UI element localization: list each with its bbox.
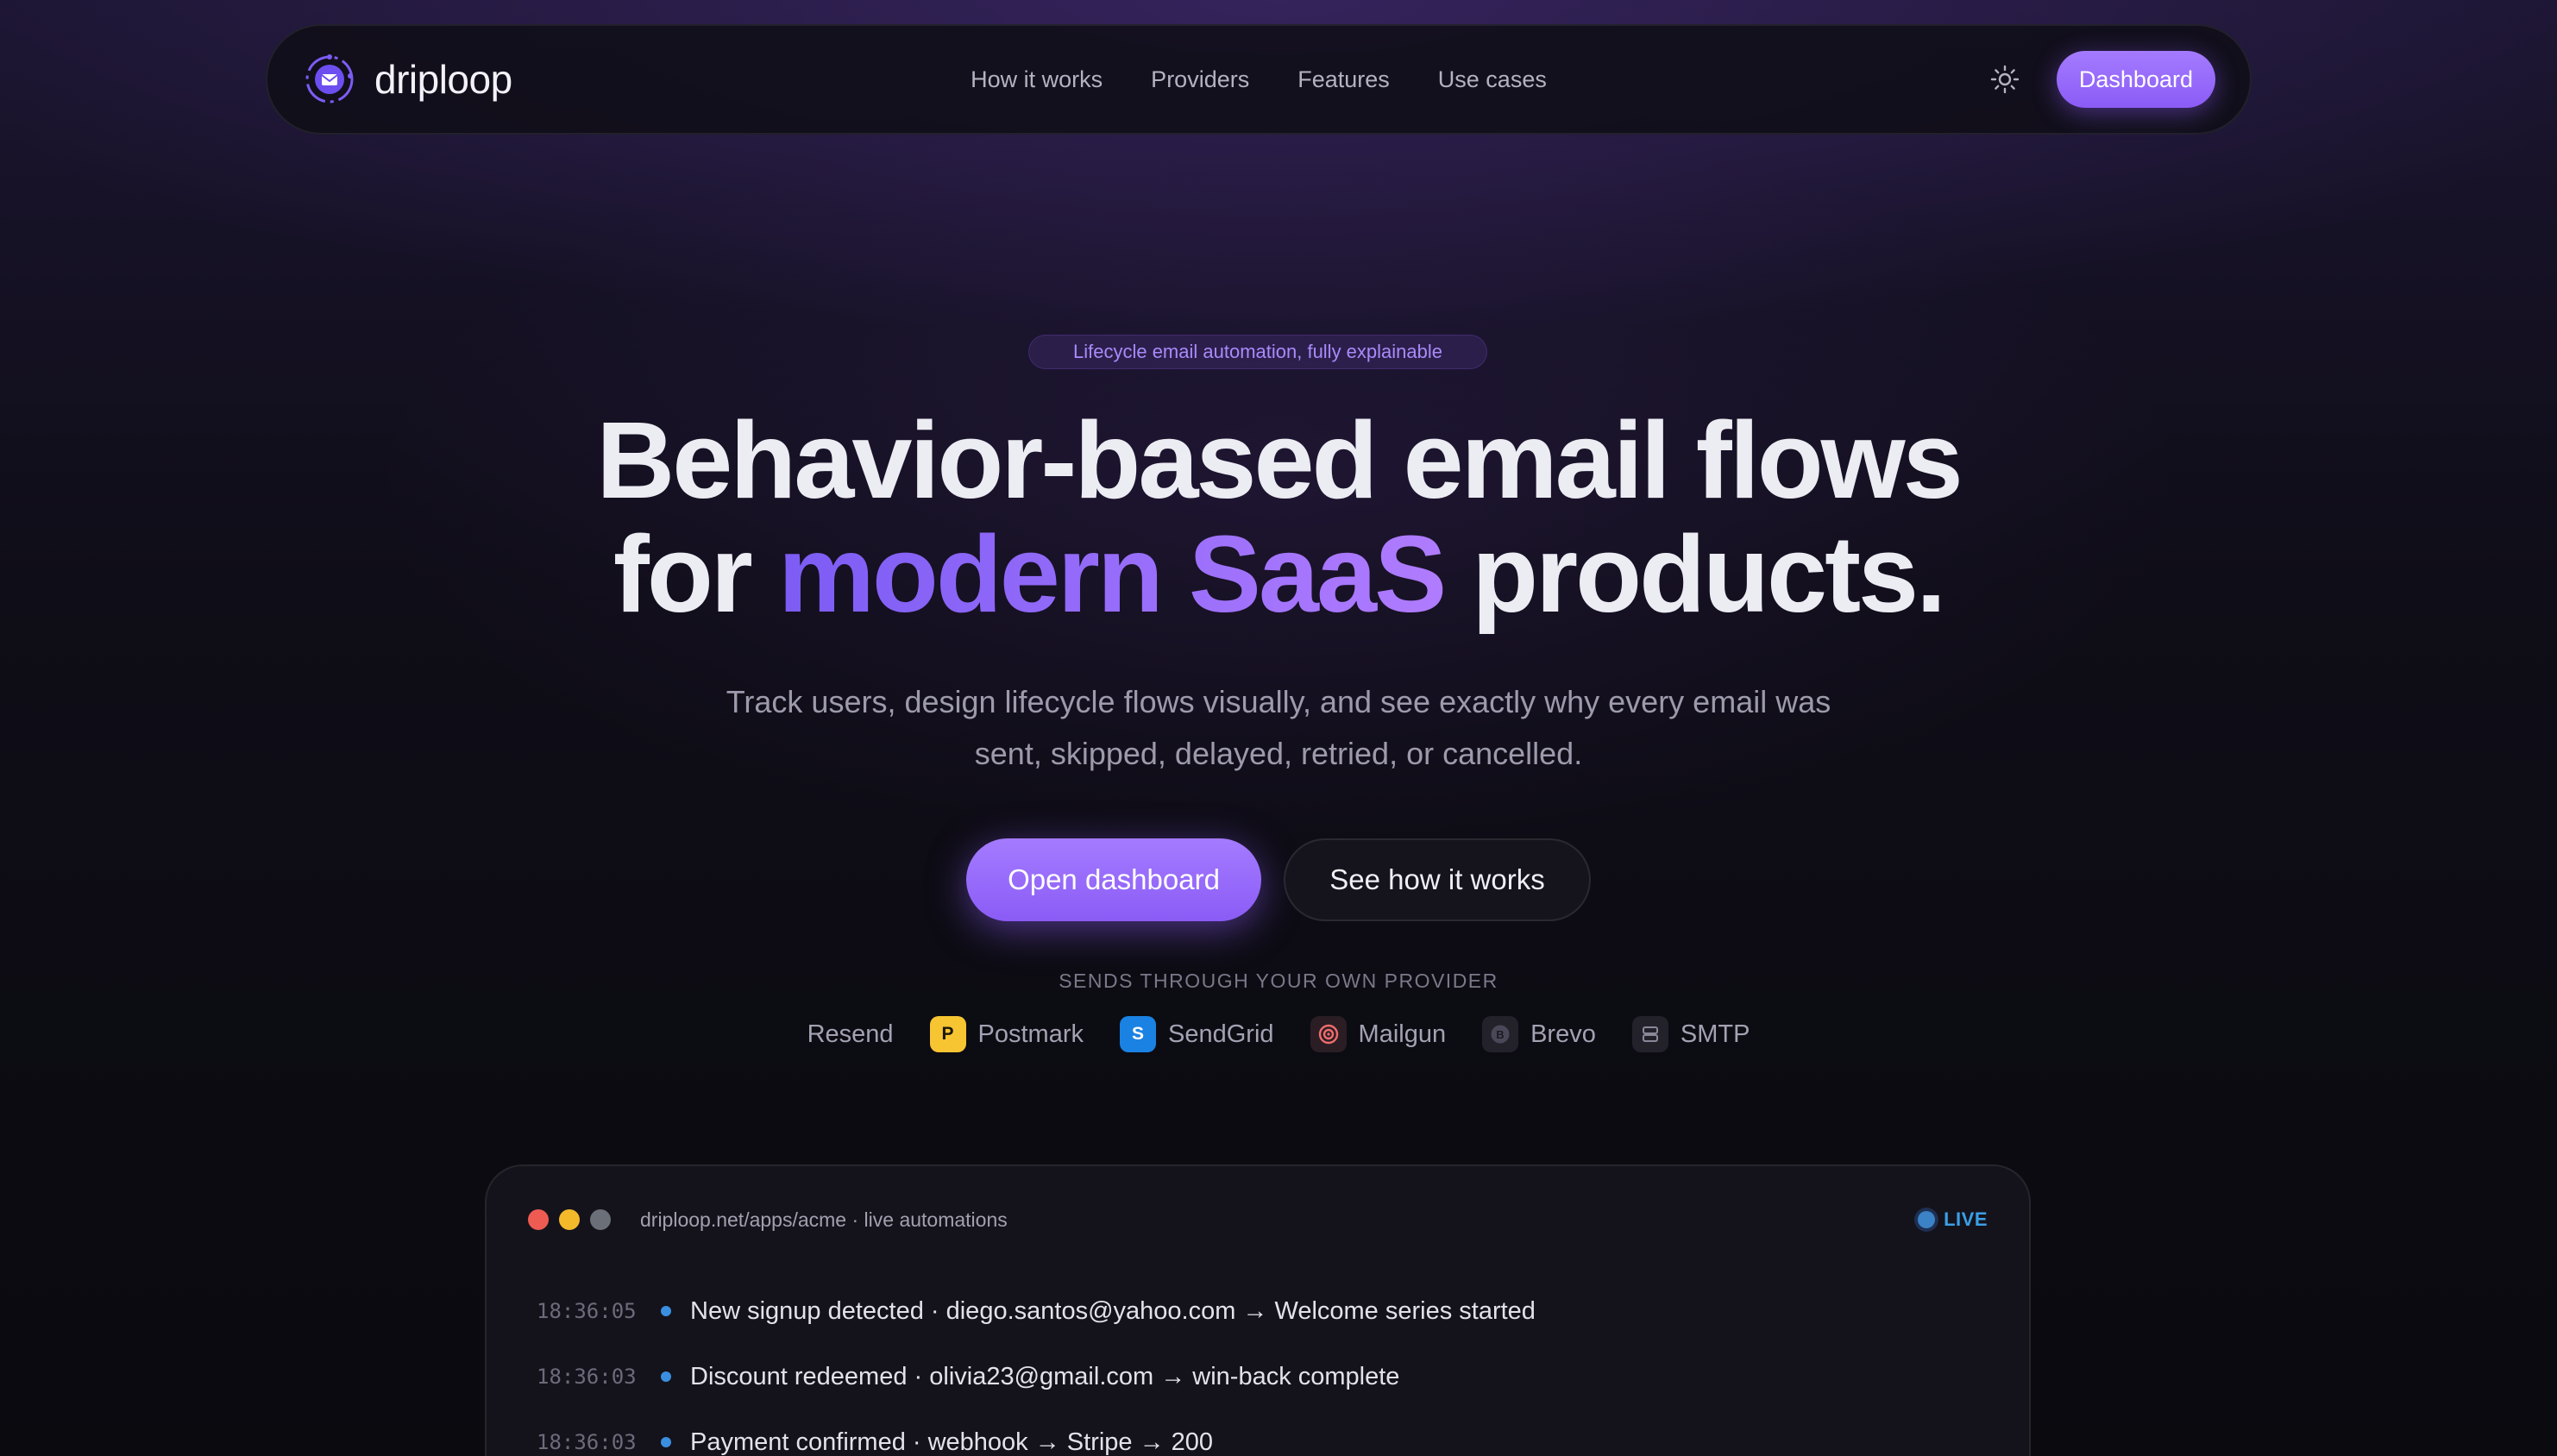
live-status-label: LIVE xyxy=(1944,1208,1988,1230)
provider-name: Mailgun xyxy=(1358,1020,1447,1048)
log-timestamp: 18:36:03 xyxy=(537,1365,637,1389)
provider-name: SendGrid xyxy=(1168,1020,1274,1048)
log-timestamp: 18:36:05 xyxy=(537,1299,637,1323)
hero-subtitle: Track users, design lifecycle flows visu… xyxy=(726,684,1831,771)
window-titlebar: driploop.net/apps/acme · live automation… xyxy=(528,1208,1988,1232)
provider-name: Postmark xyxy=(977,1020,1084,1048)
hero-title-accent: modern SaaS xyxy=(777,513,1447,635)
live-status-badge: LIVE xyxy=(1918,1208,1988,1231)
nav-link-use-cases[interactable]: Use cases xyxy=(1438,66,1547,93)
provider-postmark: P Postmark xyxy=(929,1016,1084,1052)
log-bullet-icon xyxy=(661,1437,671,1447)
window-minimize-dot-icon xyxy=(559,1209,580,1230)
hero-title-line-2-post: products. xyxy=(1444,513,1946,635)
log-bullet-icon xyxy=(661,1371,671,1382)
cta-row: Open dashboard See how it works xyxy=(0,838,2557,921)
log-message: New signup detected · diego.santos@yahoo… xyxy=(690,1296,1536,1325)
nav-link-features[interactable]: Features xyxy=(1297,66,1390,93)
landing-page: driploop How it works Providers Features… xyxy=(0,0,2557,1456)
provider-resend: Resend xyxy=(807,1020,894,1049)
log-message: Payment confirmed · webhook → Stripe → 2… xyxy=(690,1428,1214,1456)
nav-actions: Dashboard xyxy=(1988,51,2215,108)
event-log: 18:36:05 New signup detected · diego.san… xyxy=(537,1278,1988,1456)
see-how-it-works-button[interactable]: See how it works xyxy=(1284,838,1591,921)
hero-title-line-2-pre: for xyxy=(613,513,778,635)
server-icon xyxy=(1631,1016,1668,1052)
providers-label: SENDS THROUGH YOUR OWN PROVIDER xyxy=(1059,970,1498,992)
log-bullet-icon xyxy=(661,1306,671,1316)
brand[interactable]: driploop xyxy=(302,52,512,107)
open-dashboard-button[interactable]: Open dashboard xyxy=(966,838,1261,921)
window-url: driploop.net/apps/acme · live automation… xyxy=(640,1208,1008,1231)
window-maximize-dot-icon xyxy=(590,1209,611,1230)
provider-smtp: SMTP xyxy=(1631,1016,1750,1052)
postmark-icon: P xyxy=(929,1016,966,1052)
provider-name: SMTP xyxy=(1680,1020,1750,1048)
hero-badge: Lifecycle email automation, fully explai… xyxy=(1028,335,1487,369)
provider-name: Brevo xyxy=(1530,1020,1596,1048)
dashboard-button[interactable]: Dashboard xyxy=(2056,51,2215,108)
provider-brevo: B Brevo xyxy=(1482,1016,1596,1052)
hero-title: Behavior-based email flows for modern Sa… xyxy=(0,404,2557,631)
sendgrid-icon: S xyxy=(1120,1016,1157,1052)
provider-mailgun: Mailgun xyxy=(1310,1016,1447,1052)
window-close-dot-icon xyxy=(528,1209,549,1230)
top-navbar: driploop How it works Providers Features… xyxy=(266,24,2252,135)
log-row: 18:36:03 Discount redeemed · olivia23@gm… xyxy=(537,1344,1988,1409)
live-automations-window: driploop.net/apps/acme · live automation… xyxy=(485,1164,2031,1456)
hero-title-line-1: Behavior-based email flows xyxy=(596,399,1963,521)
driploop-logo-icon xyxy=(305,54,354,104)
brevo-icon: B xyxy=(1482,1016,1519,1052)
log-timestamp: 18:36:03 xyxy=(537,1430,637,1454)
theme-toggle-sun-icon[interactable] xyxy=(1988,62,2022,97)
log-row: 18:36:05 New signup detected · diego.san… xyxy=(537,1278,1988,1344)
nav-links: How it works Providers Features Use case… xyxy=(971,26,1547,133)
live-dot-icon xyxy=(1918,1211,1936,1228)
mailgun-icon xyxy=(1310,1016,1347,1052)
brand-name: driploop xyxy=(374,57,512,102)
providers-list: Resend P Postmark S SendGrid Mailgun B B… xyxy=(0,1016,2557,1052)
nav-link-providers[interactable]: Providers xyxy=(1151,66,1249,93)
log-message: Discount redeemed · olivia23@gmail.com →… xyxy=(690,1362,1400,1390)
svg-text:B: B xyxy=(1496,1028,1504,1041)
provider-name: Resend xyxy=(807,1020,894,1048)
nav-link-how-it-works[interactable]: How it works xyxy=(971,66,1103,93)
log-row: 18:36:03 Payment confirmed · webhook → S… xyxy=(537,1409,1988,1456)
provider-sendgrid: S SendGrid xyxy=(1120,1016,1274,1052)
